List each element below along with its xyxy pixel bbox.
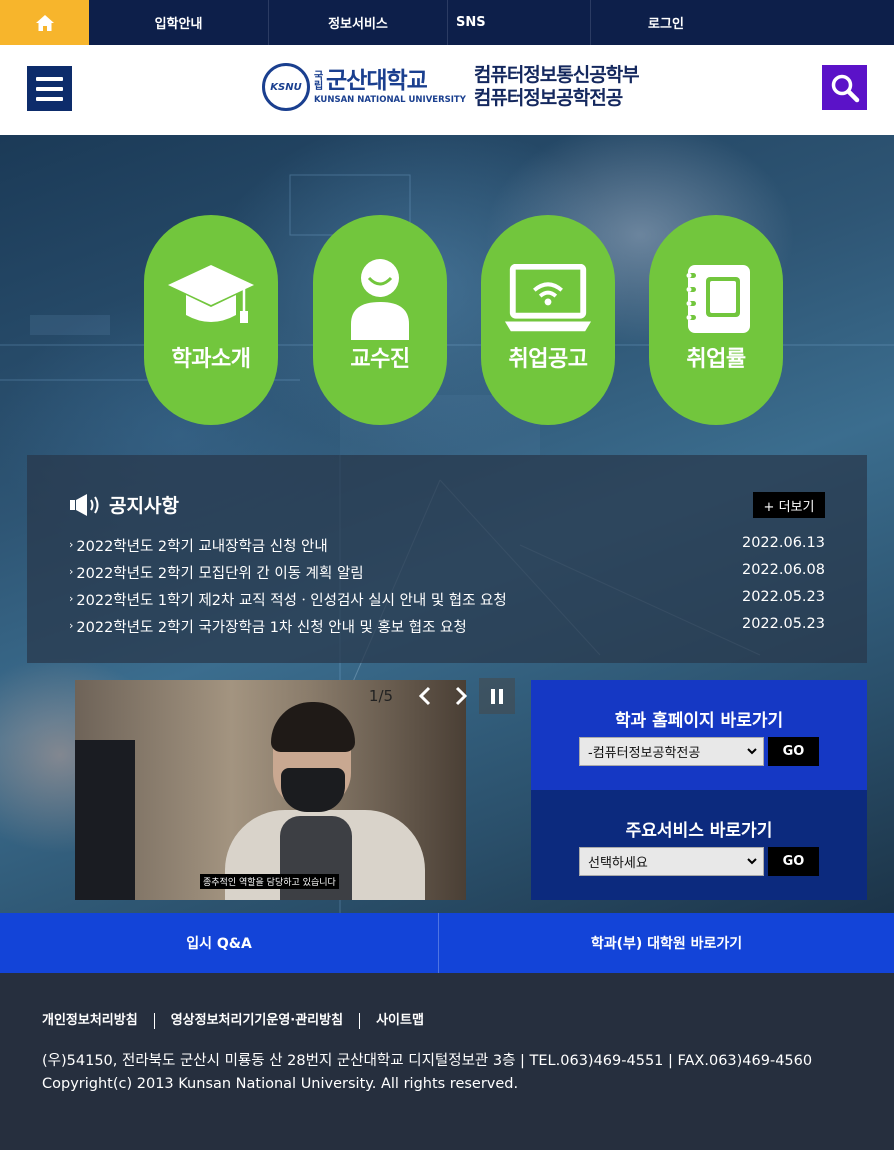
megaphone-icon — [70, 493, 99, 516]
bottom-link-bar: 입시 Q&A 학과(부) 대학원 바로가기 — [0, 913, 894, 973]
department-name: 컴퓨터정보통신공학부 컴퓨터정보공학전공 — [473, 64, 640, 110]
service-go-button[interactable]: GO — [768, 847, 819, 876]
chevron-down-icon — [747, 858, 757, 865]
hamburger-bar — [36, 76, 63, 81]
topnav-spacer — [741, 0, 894, 45]
circle-dept-intro[interactable]: 학과소개 — [144, 215, 278, 425]
university-name-kr: 국립 군산대학교 — [314, 68, 466, 94]
menu-button[interactable] — [27, 66, 72, 111]
search-icon — [831, 74, 859, 102]
slide-person-mask — [281, 768, 345, 812]
circle-label: 취업률 — [686, 347, 746, 372]
chevron-down-icon — [747, 748, 757, 755]
chevron-left-icon — [418, 686, 431, 706]
site-logo[interactable]: KSNU 국립 군산대학교 KUNSAN NATIONAL UNIVERSITY … — [262, 63, 640, 111]
topnav-admission[interactable]: 입학안내 — [89, 0, 268, 45]
service-shortcut-title: 주요서비스 바로가기 — [625, 821, 773, 841]
university-name-en: KUNSAN NATIONAL UNIVERSITY — [314, 95, 466, 105]
notice-item-date: 2022.05.23 — [741, 616, 825, 632]
cctv-policy-link[interactable]: 영상정보처리기기운영·관리방침 — [153, 1013, 359, 1029]
notebook-icon — [671, 259, 761, 339]
sitemap-link[interactable]: 사이트맵 — [359, 1013, 440, 1029]
slide-caption: 종추적인 역할을 담당하고 있습니다 — [200, 874, 339, 889]
notice-item-date: 2022.06.13 — [741, 535, 825, 551]
notice-row[interactable]: 2022학년도 2학기 모집단위 간 이동 계획 알림 2022.06.08 — [69, 562, 825, 582]
dept-select-value: -컴퓨터정보공학전공 — [588, 746, 701, 761]
university-name: 국립 군산대학교 KUNSAN NATIONAL UNIVERSITY — [314, 68, 466, 106]
search-button[interactable] — [822, 65, 867, 110]
graduation-cap-icon — [166, 259, 256, 339]
service-select-value: 선택하세요 — [588, 856, 648, 871]
hero-section: 학과소개 교수진 취업공고 취업률 공지사항 + 더보기 › 2022학년도 2… — [0, 135, 894, 913]
notice-more-button[interactable]: + 더보기 — [753, 492, 825, 518]
notice-item-title[interactable]: 2022학년도 2학기 교내장학금 신청 안내 — [69, 535, 327, 555]
service-select[interactable]: 선택하세요 — [579, 847, 764, 876]
top-nav: 입학안내 정보서비스 SNS 로그인 — [0, 0, 894, 45]
circle-employment-rate[interactable]: 취업률 — [649, 215, 783, 425]
slider-prev-button[interactable] — [407, 678, 443, 714]
dept-select[interactable]: -컴퓨터정보공학전공 — [579, 737, 764, 766]
hamburger-bar — [36, 86, 63, 91]
notice-row[interactable]: 2022학년도 2학기 국가장학금 1차 신청 안내 및 홍보 협조 요청 20… — [69, 616, 825, 636]
notice-item-title[interactable]: 2022학년도 1학기 제2차 교직 적성ㆍ인성검사 실시 안내 및 협조 요청 — [69, 589, 506, 609]
person-icon — [335, 259, 425, 340]
topnav-info-service[interactable]: 정보서비스 — [268, 0, 447, 45]
circle-label: 학과소개 — [171, 347, 251, 372]
notice-title-text: 공지사항 — [109, 495, 179, 517]
home-icon — [35, 14, 54, 31]
pause-icon — [491, 688, 495, 704]
privacy-policy-link[interactable]: 개인정보처리방침 — [42, 1013, 154, 1029]
dept-homepage-shortcut: 학과 홈페이지 바로가기 -컴퓨터정보공학전공 GO — [531, 680, 867, 790]
dept-go-button[interactable]: GO — [768, 737, 819, 766]
circle-faculty[interactable]: 교수진 — [313, 215, 447, 425]
department-line-1: 컴퓨터정보통신공학부 — [473, 64, 640, 86]
department-line-2: 컴퓨터정보공학전공 — [473, 87, 623, 109]
site-footer: 개인정보처리방침 영상정보처리기기운영·관리방침 사이트맵 (우)54150, … — [0, 973, 894, 1150]
university-emblem-icon: KSNU — [262, 63, 310, 111]
slide-monitor — [75, 740, 135, 900]
topnav-sns[interactable]: SNS — [447, 0, 590, 45]
graduate-school-link[interactable]: 학과(부) 대학원 바로가기 — [438, 913, 894, 973]
slider-next-button[interactable] — [443, 678, 479, 714]
topnav-login[interactable]: 로그인 — [590, 0, 741, 45]
slider-pause-button[interactable] — [479, 678, 515, 714]
notice-item-title[interactable]: 2022학년도 2학기 모집단위 간 이동 계획 알림 — [69, 562, 363, 582]
notice-item-title[interactable]: 2022학년도 2학기 국가장학금 1차 신청 안내 및 홍보 협조 요청 — [69, 616, 466, 636]
footer-links: 개인정보처리방침 영상정보처리기기운영·관리방침 사이트맵 — [42, 1013, 440, 1029]
notice-row[interactable]: 2022학년도 1학기 제2차 교직 적성ㆍ인성검사 실시 안내 및 협조 요청… — [69, 589, 825, 609]
slide-counter: 1/5 — [368, 687, 394, 705]
dept-shortcut-title: 학과 홈페이지 바로가기 — [614, 711, 784, 731]
hamburger-bar — [36, 96, 63, 101]
chevron-right-icon — [455, 686, 468, 706]
pause-icon — [499, 688, 503, 704]
circle-label: 교수진 — [350, 347, 410, 372]
university-name-text: 군산대학교 — [326, 68, 428, 94]
circle-label: 취업공고 — [508, 347, 588, 372]
national-prefix: 국립 — [314, 70, 323, 92]
slider-controls: 1/5 — [355, 678, 515, 714]
notice-row[interactable]: 2022학년도 2학기 교내장학금 신청 안내 2022.06.13 — [69, 535, 825, 555]
site-header: KSNU 국립 군산대학교 KUNSAN NATIONAL UNIVERSITY … — [0, 45, 894, 135]
footer-copyright: Copyright(c) 2013 Kunsan National Univer… — [42, 1076, 519, 1092]
emblem-text: KSNU — [270, 81, 302, 93]
notice-title: 공지사항 — [69, 491, 179, 518]
admission-qa-link[interactable]: 입시 Q&A — [0, 913, 438, 973]
laptop-wifi-icon — [503, 259, 593, 339]
home-button[interactable] — [0, 0, 89, 45]
circle-job-posting[interactable]: 취업공고 — [481, 215, 615, 425]
notice-item-date: 2022.06.08 — [741, 562, 825, 578]
service-shortcut: 주요서비스 바로가기 선택하세요 GO — [531, 790, 867, 900]
notice-item-date: 2022.05.23 — [741, 589, 825, 605]
footer-address: (우)54150, 전라북도 군산시 미룡동 산 28번지 군산대학교 디지털정… — [42, 1053, 813, 1069]
notice-board: 공지사항 + 더보기 2022학년도 2학기 교내장학금 신청 안내 2022.… — [27, 455, 867, 663]
